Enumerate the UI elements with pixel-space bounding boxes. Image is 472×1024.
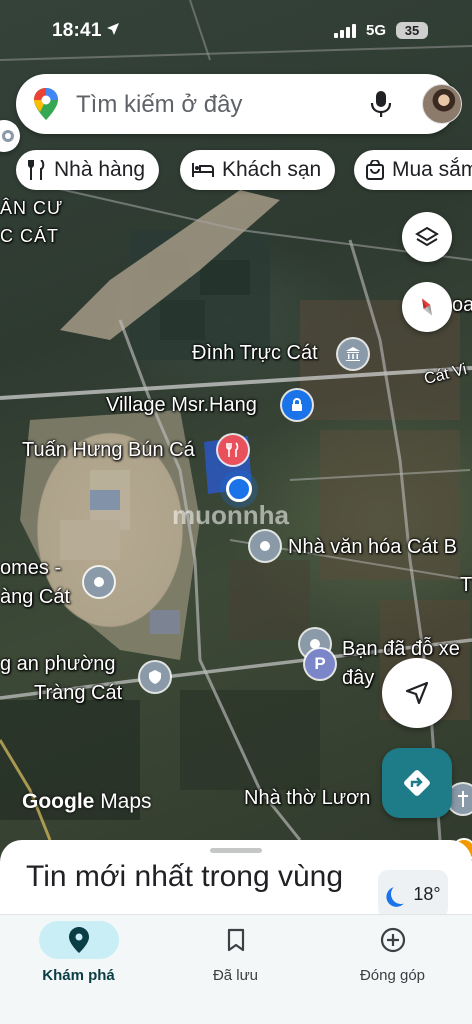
attribution-google: Google xyxy=(22,790,95,813)
map-label-restaurant[interactable]: Tuấn Hưng Bún Cá xyxy=(22,439,195,462)
map-label-cong-an-1: g an phường xyxy=(0,653,116,675)
chip-label: Khách sạn xyxy=(222,158,322,181)
map-label-dinh-truc-cat[interactable]: Đình Trực Cát xyxy=(192,342,318,365)
current-location-dot[interactable] xyxy=(226,476,252,502)
google-maps-pin-icon xyxy=(34,88,58,120)
map-label-area-1: ÂN CƯ xyxy=(0,198,64,218)
tab-label: Đã lưu xyxy=(212,967,259,984)
shopping-bag-icon xyxy=(366,160,384,180)
avatar[interactable] xyxy=(422,84,462,124)
temple-poi-icon[interactable] xyxy=(338,339,368,369)
battery-icon: 35 xyxy=(396,22,428,39)
bookmark-icon xyxy=(227,928,244,952)
map-label-church[interactable]: Nhà thờ Lươn xyxy=(244,787,370,810)
location-arrow-icon xyxy=(107,23,119,35)
police-poi-icon[interactable] xyxy=(140,662,170,692)
tab-explore[interactable]: Khám phá xyxy=(0,915,157,1024)
status-bar: 18:41 5G 35 xyxy=(0,0,472,60)
sheet-drag-handle[interactable] xyxy=(210,848,262,853)
search-input[interactable]: Tìm kiếm ở đây xyxy=(76,91,242,119)
place-poi-icon[interactable] xyxy=(250,531,280,561)
chip-restaurants[interactable]: Nhà hàng xyxy=(16,150,160,190)
compass-button[interactable] xyxy=(402,282,452,332)
hotel-icon xyxy=(192,163,214,177)
watermark-text: muonnha xyxy=(172,500,289,530)
add-circle-icon xyxy=(380,927,405,953)
map-label-area-2: C CÁT xyxy=(0,226,59,246)
bottom-navigation: Khám phá Đã lưu Đóng góp xyxy=(0,914,472,1024)
parking-poi-icon[interactable]: P xyxy=(305,649,335,679)
microphone-icon[interactable] xyxy=(370,90,392,118)
lodging-poi-icon[interactable] xyxy=(282,390,312,420)
moon-icon xyxy=(390,882,413,905)
chip-label: Nhà hàng xyxy=(54,158,146,181)
chip-hotels[interactable]: Khách sạn xyxy=(180,150,336,190)
restaurant-icon xyxy=(28,160,45,180)
map-label-cong-an-2: Tràng Cát xyxy=(34,682,123,704)
directions-icon xyxy=(404,770,430,796)
search-bar[interactable]: Tìm kiếm ở đây xyxy=(16,74,462,134)
battery-level: 35 xyxy=(404,23,420,38)
map-label-oa: oa xyxy=(452,294,472,316)
tab-contribute[interactable]: Đóng góp xyxy=(314,915,471,1024)
map-label-t-edge: T xyxy=(460,574,472,596)
tab-label: Khám phá xyxy=(42,967,115,984)
map-label-homes-1: omes - xyxy=(0,557,62,579)
my-location-button[interactable] xyxy=(382,658,452,728)
sheet-title: Tin mới nhất trong vùng xyxy=(26,860,344,893)
chip-shopping[interactable]: Mua sắm xyxy=(354,150,472,190)
explore-pin-icon xyxy=(68,927,89,953)
compass-icon xyxy=(422,298,432,316)
homes-poi-icon[interactable] xyxy=(84,567,114,597)
tab-saved-indicator xyxy=(196,921,276,959)
place-marker-icon xyxy=(2,130,14,142)
tab-explore-indicator xyxy=(38,921,119,959)
cellular-signal-icon xyxy=(334,24,360,38)
layers-button[interactable] xyxy=(402,212,452,262)
tab-contribute-indicator xyxy=(353,921,433,959)
category-chips: Nhà hàng Khách sạn Mua sắm xyxy=(0,150,472,192)
layers-icon xyxy=(415,226,439,247)
map-label-village[interactable]: Village Msr.Hang xyxy=(106,394,257,417)
map-label-homes-2: àng Cát xyxy=(0,586,71,608)
weather-chip[interactable]: 18° xyxy=(378,870,448,918)
weather-temperature: 18° xyxy=(413,883,441,904)
status-time: 18:41 xyxy=(52,20,102,41)
restaurant-poi-icon[interactable] xyxy=(218,435,248,465)
tab-saved[interactable]: Đã lưu xyxy=(157,915,314,1024)
google-maps-attribution: Google Maps xyxy=(22,790,152,814)
chip-label: Mua sắm xyxy=(392,158,472,181)
network-type: 5G xyxy=(366,22,387,39)
attribution-maps: Maps xyxy=(100,790,152,813)
map-label-nha-van-hoa[interactable]: Nhà văn hóa Cát B xyxy=(288,536,457,559)
map-label-parking-1[interactable]: Bạn đã đỗ xe xyxy=(342,638,460,661)
directions-button[interactable] xyxy=(382,748,452,818)
map-label-parking-2: đây xyxy=(342,667,375,689)
navigation-arrow-icon xyxy=(405,681,429,705)
tab-label: Đóng góp xyxy=(359,967,426,984)
